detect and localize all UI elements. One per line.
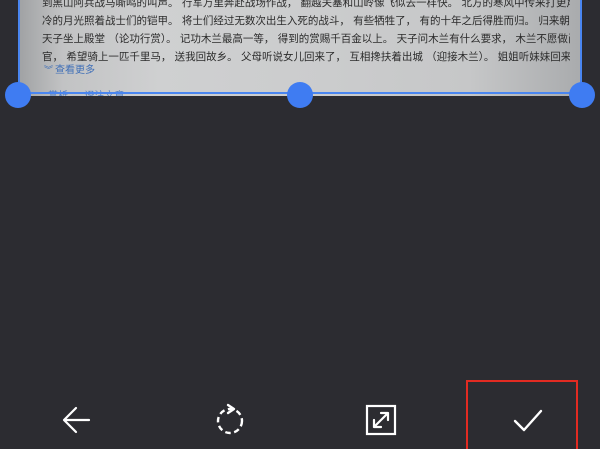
expand-button[interactable]: [363, 402, 399, 438]
bottom-toolbar: [0, 380, 600, 449]
crop-handle-bottom-middle[interactable]: [287, 82, 313, 108]
expand-icon: [365, 404, 397, 436]
rotate-button[interactable]: [212, 402, 248, 438]
crop-handle-bottom-right[interactable]: [569, 82, 595, 108]
confirm-button[interactable]: [510, 402, 546, 438]
crop-handle-bottom-left[interactable]: [5, 82, 31, 108]
checkmark-icon: [513, 409, 543, 432]
back-button[interactable]: [59, 402, 95, 438]
rotate-icon: [216, 403, 244, 435]
crop-screen: 到黑山阿兵战马嘶鸣的叫声。 行军万里奔赴战场作战， 翻越关塞和山岭像飞似去一样快…: [0, 0, 600, 449]
arrow-left-icon: [62, 406, 91, 434]
crop-frame[interactable]: [18, 0, 582, 94]
